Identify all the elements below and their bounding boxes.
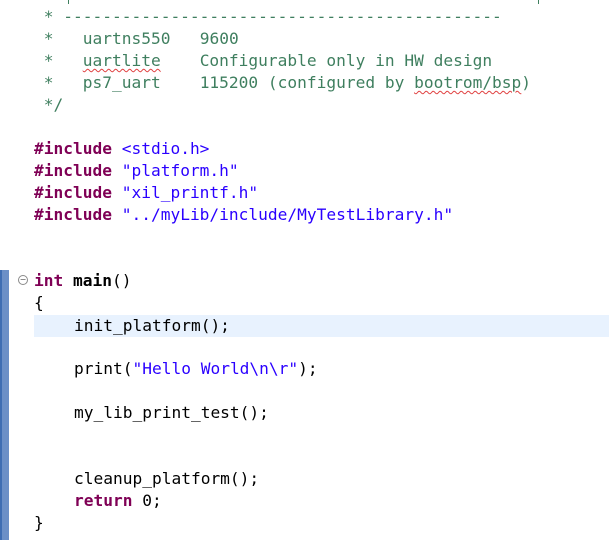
comment-row-ps7-uart: * ps7_uart 115200 (configured by bootrom… [34,72,531,94]
comment-desc-squiggle: bootrom/bsp [414,73,522,92]
include-line: #include <stdio.h> [34,138,209,160]
comment-name: ps7_uart [82,73,161,92]
comment-desc: 9600 [199,29,239,48]
comment-tick [538,0,539,4]
comment-star: * [34,73,83,92]
return-value: 0; [132,491,162,510]
include-target: <stdio.h> [121,139,210,158]
include-directive: #include [34,139,112,158]
print-string: "Hello World\n\r" [132,359,299,378]
include-line: #include "xil_printf.h" [34,182,258,204]
comment-row-uartns550: * uartns550 9600 [34,28,239,50]
comment-end: */ [34,95,64,114]
code-editor[interactable]: − * ------------------------------------… [0,0,609,550]
comment-desc-tail: ) [521,73,532,92]
stmt-return: return 0; [74,490,162,512]
stmt-my-lib-print-test: my_lib_print_test(); [74,403,269,422]
close-brace: } [34,513,44,532]
main-signature: int main() [34,270,131,292]
include-target: "platform.h" [121,161,239,180]
stmt-init-platform: init_platform(); [74,316,230,335]
function-name: main [73,271,112,290]
include-line: #include "../myLib/include/MyTestLibrary… [34,204,453,226]
include-target: "xil_printf.h" [121,183,259,202]
comment-star: * [34,29,83,48]
stmt-print: print("Hello World\n\r"); [74,358,318,380]
comment-dash-line: * --------------------------------------… [34,7,502,26]
comment-name: uartlite [82,51,161,70]
include-directive: #include [34,183,112,202]
comment-name: uartns550 [82,29,171,48]
comment-star: * [34,51,83,70]
include-directive: #include [34,205,112,224]
print-end: ); [298,359,318,378]
open-brace: { [34,293,44,312]
include-line: #include "platform.h" [34,160,239,182]
function-params: () [111,271,132,290]
comment-tick [68,0,69,4]
stmt-cleanup-platform: cleanup_platform(); [74,469,260,488]
comment-desc: Configurable only in HW design [199,51,493,70]
gutter-change-marker[interactable] [0,270,9,540]
include-target: "../myLib/include/MyTestLibrary.h" [121,205,454,224]
comment-row-uartlite: * uartlite Configurable only in HW desig… [34,50,492,72]
comment-desc: 115200 (configured by [199,73,415,92]
include-directive: #include [34,161,112,180]
collapse-minus-icon[interactable]: − [18,275,28,285]
print-call: print( [74,359,133,378]
return-keyword: return [74,491,133,510]
return-type: int [34,271,64,290]
